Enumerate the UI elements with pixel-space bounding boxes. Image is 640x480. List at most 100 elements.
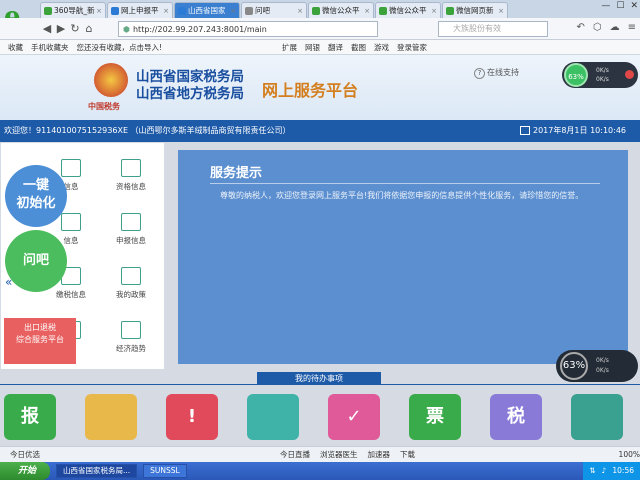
favorite-item[interactable]: 游戏 [374, 42, 389, 53]
taskbar-item[interactable]: 山西省国家税务局... [56, 464, 138, 478]
status-item[interactable]: 今日优选 [10, 449, 40, 460]
favorite-item[interactable]: 手机收藏夹 [31, 42, 69, 53]
browser-status-bar: 今日优选 今日直播 浏览器医生 加速器 下载 100% [0, 446, 640, 462]
chevron-left-icon[interactable]: « [5, 275, 12, 289]
refresh-icon[interactable]: ↻ [68, 22, 82, 35]
undo-icon[interactable]: ↶ [576, 22, 584, 33]
cloud-icon[interactable]: ☁ [610, 22, 620, 33]
menu-item-icon [121, 321, 141, 339]
download-speed: 0K/s [596, 367, 609, 374]
tab-label: 问吧 [255, 6, 270, 15]
emblem-caption: 中国税务 [88, 102, 120, 111]
windows-taskbar: 开始 山西省国家税务局... SUNSSL ⇅ ♪ 10:56 [0, 462, 640, 480]
volume-icon[interactable]: ♪ [602, 462, 607, 480]
address-bar[interactable]: ⬢ http://202.99.207.243:8001/main [118, 21, 378, 37]
tab-label: 微信网页新 [456, 6, 494, 15]
menu-icon[interactable]: ≡ [628, 22, 636, 33]
ask-button[interactable]: 问吧 [5, 230, 67, 292]
todo-item-icon[interactable] [85, 394, 137, 440]
network-icon[interactable]: ⇅ [589, 462, 595, 480]
status-item[interactable]: 加速器 [368, 449, 391, 460]
favorite-item[interactable]: 网银 [305, 42, 320, 53]
tab-favicon-icon [111, 6, 119, 15]
menu-item[interactable]: 我的政策 [101, 259, 161, 313]
status-item[interactable]: 下载 [400, 449, 415, 460]
browser-tab[interactable]: 微信网页新 × [442, 2, 508, 18]
network-speed-widget-bottom[interactable]: 63% 0K/s 0K/s [556, 350, 638, 382]
tab-favicon-icon [379, 6, 387, 15]
browser-tab[interactable]: 360导航_新 × [40, 2, 106, 18]
window-controls: — ☐ ✕ [601, 1, 638, 11]
online-support-link[interactable]: ? 在线支持 [474, 67, 519, 79]
close-icon[interactable]: ✕ [630, 1, 638, 11]
tab-favicon-icon [178, 6, 186, 15]
back-icon[interactable]: ◀ [40, 22, 54, 35]
export-rebate-banner[interactable]: 出口退税 综合服务平台 [4, 318, 76, 364]
notice-text: 尊敬的纳税人，欢迎您登录网上服务平台!我们将依据您申报的信息提供个性化服务，请珍… [220, 191, 584, 200]
tab-favicon-icon [446, 6, 454, 15]
question-icon: ? [474, 68, 485, 79]
browser-tab[interactable]: 微信公众平 × [375, 2, 441, 18]
menu-item-label: 申报信息 [116, 236, 146, 245]
menu-item[interactable]: 申报信息 [101, 205, 161, 259]
todo-item-icon[interactable]: ✓ [328, 394, 380, 440]
favorite-item[interactable]: 扩展 [282, 42, 297, 53]
favorite-item[interactable]: 截图 [351, 42, 366, 53]
minimize-icon[interactable]: — [601, 1, 610, 11]
browser-tab[interactable]: 微信公众平 × [308, 2, 374, 18]
tab-close-icon[interactable]: × [297, 7, 303, 15]
divider [210, 183, 600, 184]
favorite-item[interactable]: 登录管家 [397, 42, 427, 53]
browser-tab[interactable]: 问吧 × [241, 2, 307, 18]
one-click-reset-button[interactable]: 一键 初始化 [5, 165, 67, 227]
shield-icon[interactable]: ⬡ [593, 22, 602, 33]
maximize-icon[interactable]: ☐ [616, 1, 624, 11]
todo-item-icon[interactable]: 票 [409, 394, 461, 440]
tax-emblem-icon [94, 63, 128, 97]
upload-speed: 0K/s [596, 357, 609, 364]
todo-item-icon[interactable]: ! [166, 394, 218, 440]
menu-item-icon [61, 213, 81, 231]
tab-label: 网上申报平 [121, 6, 159, 15]
menu-item[interactable]: 经济趋势 [101, 313, 161, 367]
todo-section-title: 我的待办事项 [257, 372, 381, 385]
todo-item-icon[interactable] [571, 394, 623, 440]
forward-icon[interactable]: ▶ [54, 22, 68, 35]
tab-close-icon[interactable]: × [431, 7, 437, 15]
close-icon[interactable] [625, 70, 634, 79]
tab-close-icon[interactable]: × [498, 7, 504, 15]
download-speed: 0K/s [596, 76, 609, 83]
status-item[interactable]: 浏览器医生 [320, 449, 358, 460]
tab-close-icon[interactable]: × [96, 7, 102, 15]
clock[interactable]: 10:56 [612, 462, 634, 480]
favorite-item[interactable]: 翻译 [328, 42, 343, 53]
favorite-item[interactable]: 您还没有收藏，点击导入! [77, 42, 163, 53]
todo-item-icon[interactable] [247, 394, 299, 440]
network-speed-widget[interactable]: 63% 0K/s 0K/s [562, 62, 638, 88]
menu-item-label: 经济趋势 [116, 344, 146, 353]
tab-close-icon[interactable]: × [163, 7, 169, 15]
nav-tools: ↶ ⬡ ☁ ≡ [576, 22, 636, 33]
favorite-item[interactable]: 收藏 [8, 42, 23, 53]
title-line-1: 山西省国家税务局 [136, 69, 244, 85]
tab-label: 微信公众平 [322, 6, 360, 15]
status-item[interactable]: 100% [619, 450, 640, 459]
home-icon[interactable]: ⌂ [82, 22, 96, 35]
menu-item[interactable]: 资格信息 [101, 151, 161, 205]
menu-item-label: 缴税信息 [56, 290, 86, 299]
search-input[interactable]: 大族股份有效 [438, 21, 548, 37]
tab-favicon-icon [44, 6, 52, 15]
menu-item-label: 我的政策 [116, 290, 146, 299]
tab-bar: e 360导航_新 × 网上申报平 × 山西省国家 × 问吧 × 微信公众平 × 微信公众平 × 微信网… [0, 0, 640, 32]
tab-close-icon[interactable]: × [364, 7, 370, 15]
status-item[interactable]: 今日直播 [280, 449, 310, 460]
browser-tab[interactable]: 山西省国家 × [174, 2, 240, 18]
todo-item-icon[interactable]: 税 [490, 394, 542, 440]
taskbar-item[interactable]: SUNSSL [143, 464, 187, 478]
browser-tab[interactable]: 网上申报平 × [107, 2, 173, 18]
todo-item-icon[interactable]: 报 [4, 394, 56, 440]
site-title: 山西省国家税务局 山西省地方税务局 [136, 69, 244, 103]
tab-close-icon[interactable]: × [230, 7, 236, 15]
start-button[interactable]: 开始 [0, 462, 50, 480]
upload-speed: 0K/s [596, 67, 609, 74]
